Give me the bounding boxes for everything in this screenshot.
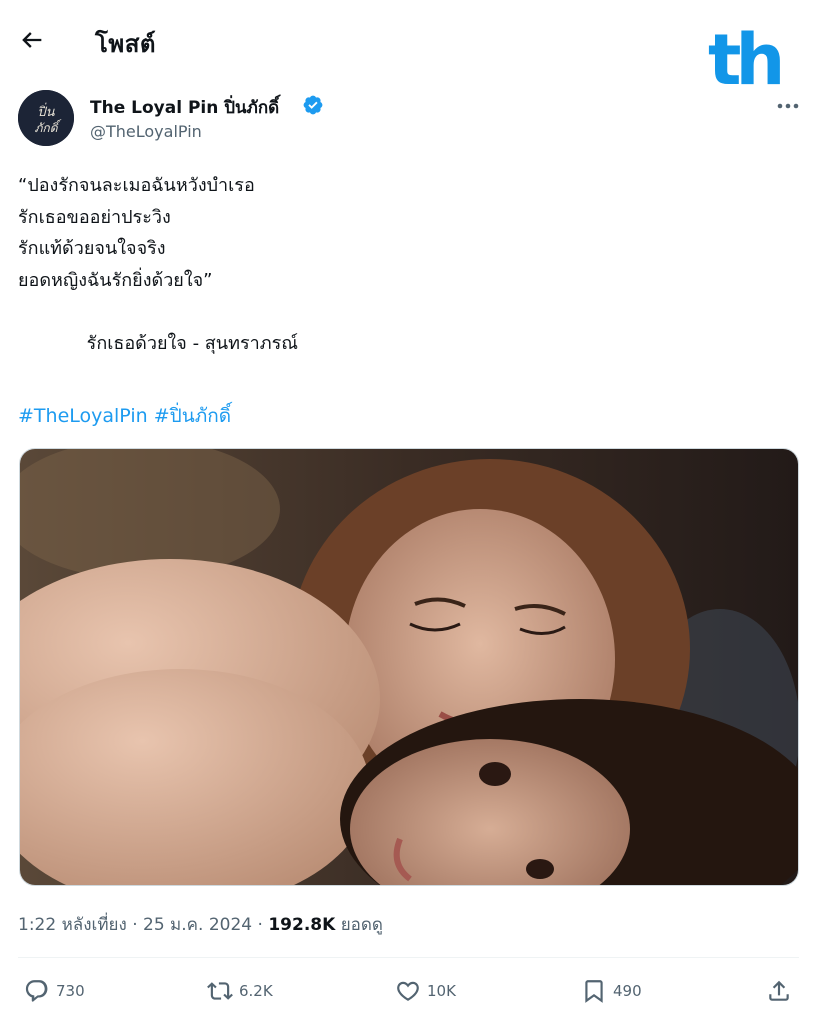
reply-button[interactable]: 730 [24,978,85,1004]
tweet-text: “ปองรักจนละเมอฉันหวังบำเรอ รักเธอขออย่าป… [18,175,298,354]
photo-illustration [20,449,798,885]
avatar-logo: ปิ่น ภักดิ์ [18,90,74,146]
meta-separator: · [257,915,263,935]
more-options-button[interactable] [774,96,802,116]
th-watermark-logo: th [708,26,786,88]
repost-count: 6.2K [239,982,273,1000]
divider [18,957,799,958]
tweet-photo[interactable] [19,448,799,886]
top-bar: โพสต์ th [0,0,819,88]
repost-icon [207,982,233,1000]
arrow-left-icon [22,32,42,48]
verified-badge-icon [303,95,323,115]
like-count: 10K [427,982,456,1000]
hashtags: #TheLoyalPin #ปิ่นภักดิ์ [18,401,231,431]
svg-text:ปิ่น: ปิ่น [37,102,55,120]
back-button[interactable] [18,26,46,54]
th-watermark-text: th [708,26,780,88]
page-title: โพสต์ [95,30,156,58]
tweet-time[interactable]: 1:22 หลังเที่ยง [18,915,127,935]
display-name[interactable]: The Loyal Pin ปิ่นภักดิ์ [90,94,279,121]
heart-icon [397,981,419,1001]
repost-button[interactable]: 6.2K [207,978,273,1004]
meta-separator: · [132,915,138,935]
bookmark-icon [585,980,603,1003]
tweet-meta: 1:22 หลังเที่ยง · 25 ม.ค. 2024 · 192.8K … [18,911,383,938]
view-label: ยอดดู [340,915,383,935]
action-bar: 730 6.2K 10K 490 [0,970,819,1018]
avatar[interactable]: ปิ่น ภักดิ์ [18,90,74,146]
user-handle[interactable]: @TheLoyalPin [90,122,202,141]
share-icon [769,980,789,1001]
share-button[interactable] [766,978,792,1004]
reply-count: 730 [56,982,85,1000]
tweet-date[interactable]: 25 ม.ค. 2024 [143,915,252,935]
more-dots-icon [777,103,799,109]
like-button[interactable]: 10K [395,978,456,1004]
bookmark-count: 490 [613,982,642,1000]
reply-icon [25,980,48,1002]
author-row: ปิ่น ภักดิ์ The Loyal Pin ปิ่นภักดิ์ @Th… [18,90,808,150]
hashtag-theloyalpin[interactable]: #TheLoyalPin [18,405,148,427]
bookmark-button[interactable]: 490 [581,978,642,1004]
hashtag-pinpakdee[interactable]: #ปิ่นภักดิ์ [154,405,231,427]
view-count: 192.8K [268,915,336,935]
